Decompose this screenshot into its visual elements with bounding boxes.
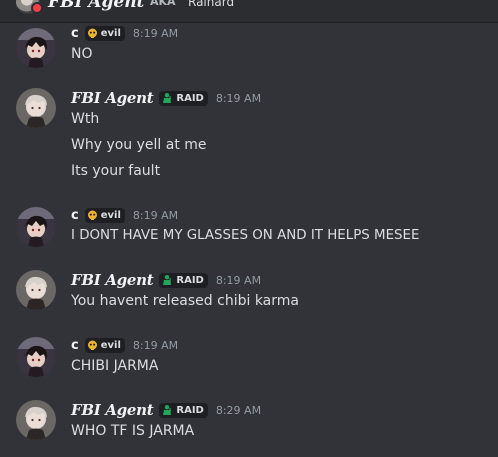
message-author[interactable]: FBI Agent xyxy=(71,271,154,289)
guild-tag-label: evil xyxy=(100,27,121,39)
avatar[interactable] xyxy=(16,270,56,310)
avatar[interactable] xyxy=(16,207,56,247)
message-timestamp[interactable]: 8:19 AM xyxy=(133,209,178,222)
soldier-icon xyxy=(163,93,172,103)
avatar[interactable] xyxy=(16,400,56,440)
guild-tag-label: RAID xyxy=(176,404,204,416)
guild-tag[interactable]: evil xyxy=(84,207,125,223)
skull-icon xyxy=(87,28,97,38)
avatar[interactable] xyxy=(16,28,56,68)
guild-tag[interactable]: RAID xyxy=(159,402,208,418)
profile-name: FBI Agent xyxy=(48,0,145,12)
avatar[interactable] xyxy=(16,337,56,377)
message-author[interactable]: c xyxy=(71,26,79,41)
guild-tag-label: RAID xyxy=(176,274,204,286)
message-text: You havent released chibi karma xyxy=(71,293,299,309)
message-timestamp[interactable]: 8:19 AM xyxy=(133,27,178,40)
guild-tag[interactable]: evil xyxy=(84,25,125,41)
skull-icon xyxy=(87,210,97,220)
guild-tag-label: evil xyxy=(100,339,121,351)
guild-tag[interactable]: RAID xyxy=(159,90,208,106)
status-dnd-icon xyxy=(31,2,43,14)
message-text: Wth xyxy=(71,111,100,127)
message-author[interactable]: c xyxy=(71,208,79,223)
message-text: CHIBI JARMA xyxy=(71,358,159,374)
aka-label: AKA xyxy=(150,0,176,8)
aka-name: Rainard xyxy=(188,0,235,9)
message-text: Its your fault xyxy=(71,163,161,179)
soldier-icon xyxy=(163,405,172,415)
soldier-icon xyxy=(163,275,172,285)
message-text: NO xyxy=(71,46,93,62)
message-timestamp[interactable]: 8:29 AM xyxy=(216,404,261,417)
message-text: WHO TF IS JARMA xyxy=(71,423,195,439)
skull-icon xyxy=(87,340,97,350)
guild-tag[interactable]: evil xyxy=(84,337,125,353)
guild-tag-label: evil xyxy=(100,209,121,221)
message-text: Why you yell at me xyxy=(71,137,207,153)
message-text: I DONT HAVE MY GLASSES ON AND IT HELPS M… xyxy=(71,228,420,243)
profile-header-strip: FBI Agent AKA Rainard xyxy=(0,0,498,23)
message-author[interactable]: FBI Agent xyxy=(71,401,154,419)
guild-tag-label: RAID xyxy=(176,92,204,104)
message-author[interactable]: FBI Agent xyxy=(71,89,154,107)
message-timestamp[interactable]: 8:19 AM xyxy=(216,274,261,287)
message-timestamp[interactable]: 8:19 AM xyxy=(133,339,178,352)
guild-tag[interactable]: RAID xyxy=(159,272,208,288)
message-timestamp[interactable]: 8:19 AM xyxy=(216,92,261,105)
message-author[interactable]: c xyxy=(71,338,79,353)
avatar[interactable] xyxy=(16,88,56,128)
